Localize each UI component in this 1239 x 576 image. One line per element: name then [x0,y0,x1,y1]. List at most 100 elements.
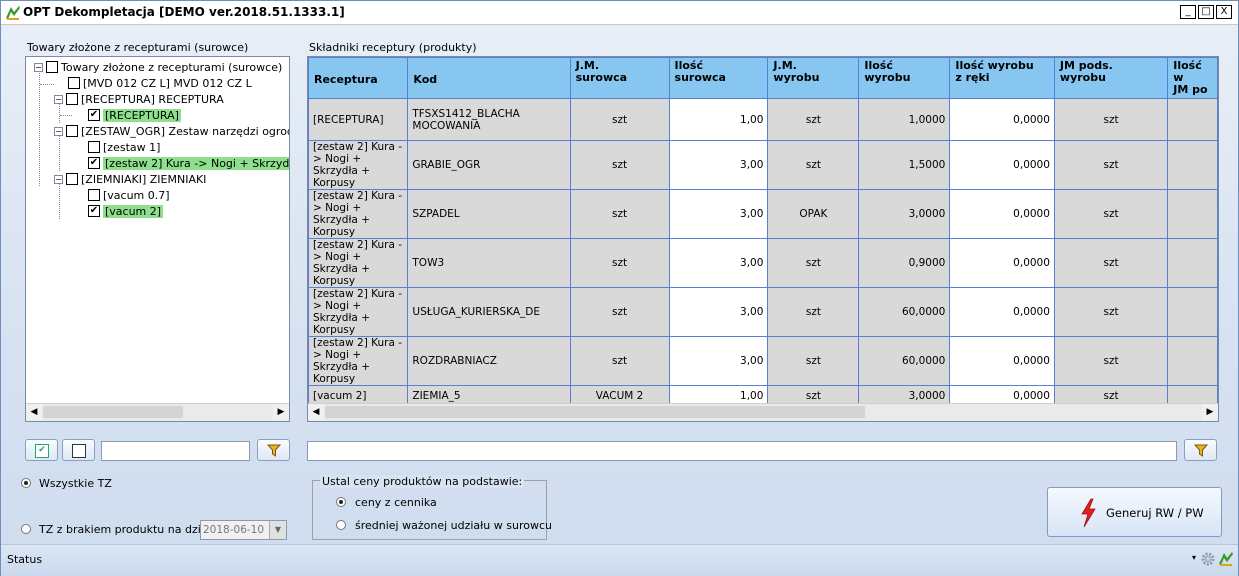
checkbox-checked[interactable]: ✔ [88,205,100,217]
table-cell[interactable]: 3,00 [668,336,769,386]
tree-node-ziemniaki[interactable]: − [ZIEMNIAKI] ZIEMNIAKI [54,171,206,187]
status-bar: Status ▾ [1,544,1238,576]
table-cell: 60,0000 [858,287,951,337]
checkbox[interactable] [68,77,80,89]
column-header[interactable]: J.M. wyrobu [767,57,860,99]
table-cell[interactable]: 3,00 [668,287,769,337]
scroll-right-icon[interactable]: ▶ [273,404,289,420]
radio-weighted-label: średniej ważonej udziału w surowcu [355,519,552,532]
radio-weighted[interactable] [336,520,346,530]
table-cell: szt [1053,287,1169,337]
grid-filter-input[interactable] [307,441,1177,461]
table-cell: 3,0000 [858,385,951,404]
tree-node-zestaw-ogr[interactable]: − [ZESTAW_OGR] Zestaw narzędzi ogrodnic [54,123,289,139]
table-cell: [zestaw 2] Kura -> Nogi + Skrzydła + Kor… [308,287,409,337]
checkbox[interactable] [46,61,58,73]
column-header[interactable]: Ilość wyrobu [858,57,951,99]
column-header[interactable]: Receptura [308,57,409,99]
maximize-button[interactable]: □ [1198,5,1214,19]
checkbox[interactable] [88,141,100,153]
tree-node-mvd[interactable]: [MVD 012 CZ L] MVD 012 CZ L [68,75,252,91]
checkbox[interactable] [66,173,78,185]
column-header[interactable]: Ilość w JM po [1167,57,1218,99]
table-cell[interactable]: 0,0000 [949,98,1055,141]
table-row[interactable]: [zestaw 2] Kura -> Nogi + Skrzydła + Kor… [308,140,1218,190]
table-cell[interactable]: 0,0000 [949,140,1055,190]
column-header[interactable]: J.M. surowca [569,57,670,99]
tree-node-vacum2[interactable]: ✔ [vacum 2] [88,203,164,219]
tree-node-receptura[interactable]: − [RECEPTURA] RECEPTURA [54,91,224,107]
collapse-icon[interactable]: − [54,174,63,184]
checkbox-checked[interactable]: ✔ [88,109,100,121]
tree-node-vacum07[interactable]: [vacum 0.7] [88,187,170,203]
app-logo-icon[interactable] [1218,551,1234,566]
collapse-icon[interactable]: − [54,126,63,136]
checkbox[interactable] [66,93,78,105]
main-window: OPT Dekompletacja [DEMO ver.2018.51.1333… [0,0,1239,576]
close-button[interactable]: X [1216,5,1232,19]
dropdown-arrow-icon[interactable]: ▼ [269,521,286,539]
table-row[interactable]: [zestaw 2] Kura -> Nogi + Skrzydła + Kor… [308,189,1218,239]
table-cell [1167,189,1218,239]
checkbox[interactable] [66,125,78,137]
column-header[interactable]: JM pods. wyrobu [1053,57,1169,99]
scroll-left-icon[interactable]: ◀ [308,404,324,420]
grid-horizontal-scrollbar[interactable]: ◀ ▶ [308,403,1218,421]
scroll-thumb[interactable] [325,406,865,418]
table-cell[interactable]: 0,0000 [949,238,1055,288]
table-row[interactable]: [vacum 2] ZIEMIA_5 VACUM 2 1,00 szt 3,0000 0,0… [308,385,1218,404]
table-cell[interactable]: 3,00 [668,189,769,239]
table-cell: [zestaw 2] Kura -> Nogi + Skrzydła + Kor… [308,238,409,288]
dropdown-arrow-icon[interactable]: ▾ [1192,553,1196,562]
table-cell[interactable]: 1,00 [668,385,769,404]
table-cell: USŁUGA_KURIERSKA_DE [407,287,571,337]
title-bar: OPT Dekompletacja [DEMO ver.2018.51.1333… [1,1,1238,25]
table-cell: [vacum 2] [308,385,409,404]
tree-node-zestaw1[interactable]: [zestaw 1] [88,139,160,155]
table-cell: OPAK [767,189,860,239]
radio-all-tz[interactable] [21,478,31,488]
table-cell[interactable]: 0,0000 [949,189,1055,239]
table-cell[interactable]: 1,00 [668,98,769,141]
tree-node-receptura-child[interactable]: ✔ [RECEPTURA] [88,107,181,123]
radio-price-list[interactable] [336,497,346,507]
table-cell [1167,385,1218,404]
scroll-right-icon[interactable]: ▶ [1202,404,1218,420]
minimize-button[interactable]: _ [1180,5,1196,19]
column-header[interactable]: Ilość surowca [668,57,769,99]
ingredients-grid[interactable]: Receptura Kod J.M. surowca Ilość surowca J.M… [307,56,1219,422]
table-cell [1167,336,1218,386]
scroll-thumb[interactable] [43,406,183,418]
tree-filter-button[interactable] [257,439,290,461]
generate-rw-pw-button[interactable]: Generuj RW / PW [1047,487,1222,537]
checkbox-checked[interactable]: ✔ [88,157,100,169]
tree-node-zestaw2[interactable]: ✔ [zestaw 2] Kura -> Nogi + Skrzydła + K… [88,155,289,171]
table-cell[interactable]: 0,0000 [949,287,1055,337]
table-cell[interactable]: 3,00 [668,140,769,190]
table-row[interactable]: [zestaw 2] Kura -> Nogi + Skrzydła + Kor… [308,287,1218,337]
scroll-left-icon[interactable]: ◀ [26,404,42,420]
tree-node-root[interactable]: − Towary złożone z recepturami (surowce) [34,59,282,75]
table-cell: GRABIE_OGR [407,140,571,190]
tree-horizontal-scrollbar[interactable]: ◀ ▶ [26,403,289,421]
column-header[interactable]: Kod [407,57,571,99]
radio-tz-missing[interactable] [21,524,31,534]
gear-icon[interactable] [1200,551,1216,567]
tree-filter-input[interactable] [101,441,250,461]
product-tree[interactable]: − Towary złożone z recepturami (surowce)… [25,56,290,422]
column-header[interactable]: Ilość wyrobu z ręki [949,57,1055,99]
checkbox[interactable] [88,189,100,201]
table-row[interactable]: [zestaw 2] Kura -> Nogi + Skrzydła + Kor… [308,336,1218,386]
table-row[interactable]: [zestaw 2] Kura -> Nogi + Skrzydła + Kor… [308,238,1218,288]
collapse-icon[interactable]: − [54,94,63,104]
date-picker[interactable]: 2018-06-10 ▼ [200,520,287,540]
table-cell: szt [1053,336,1169,386]
table-cell[interactable]: 0,0000 [949,385,1055,404]
table-row[interactable]: [RECEPTURA] TFSXS1412_BLACHA MOCOWANIA szt… [308,98,1218,141]
table-cell[interactable]: 3,00 [668,238,769,288]
uncheck-all-button[interactable] [62,439,95,461]
check-all-button[interactable]: ✔ [25,439,58,461]
collapse-icon[interactable]: − [34,62,43,72]
table-cell[interactable]: 0,0000 [949,336,1055,386]
grid-filter-button[interactable] [1184,439,1217,461]
